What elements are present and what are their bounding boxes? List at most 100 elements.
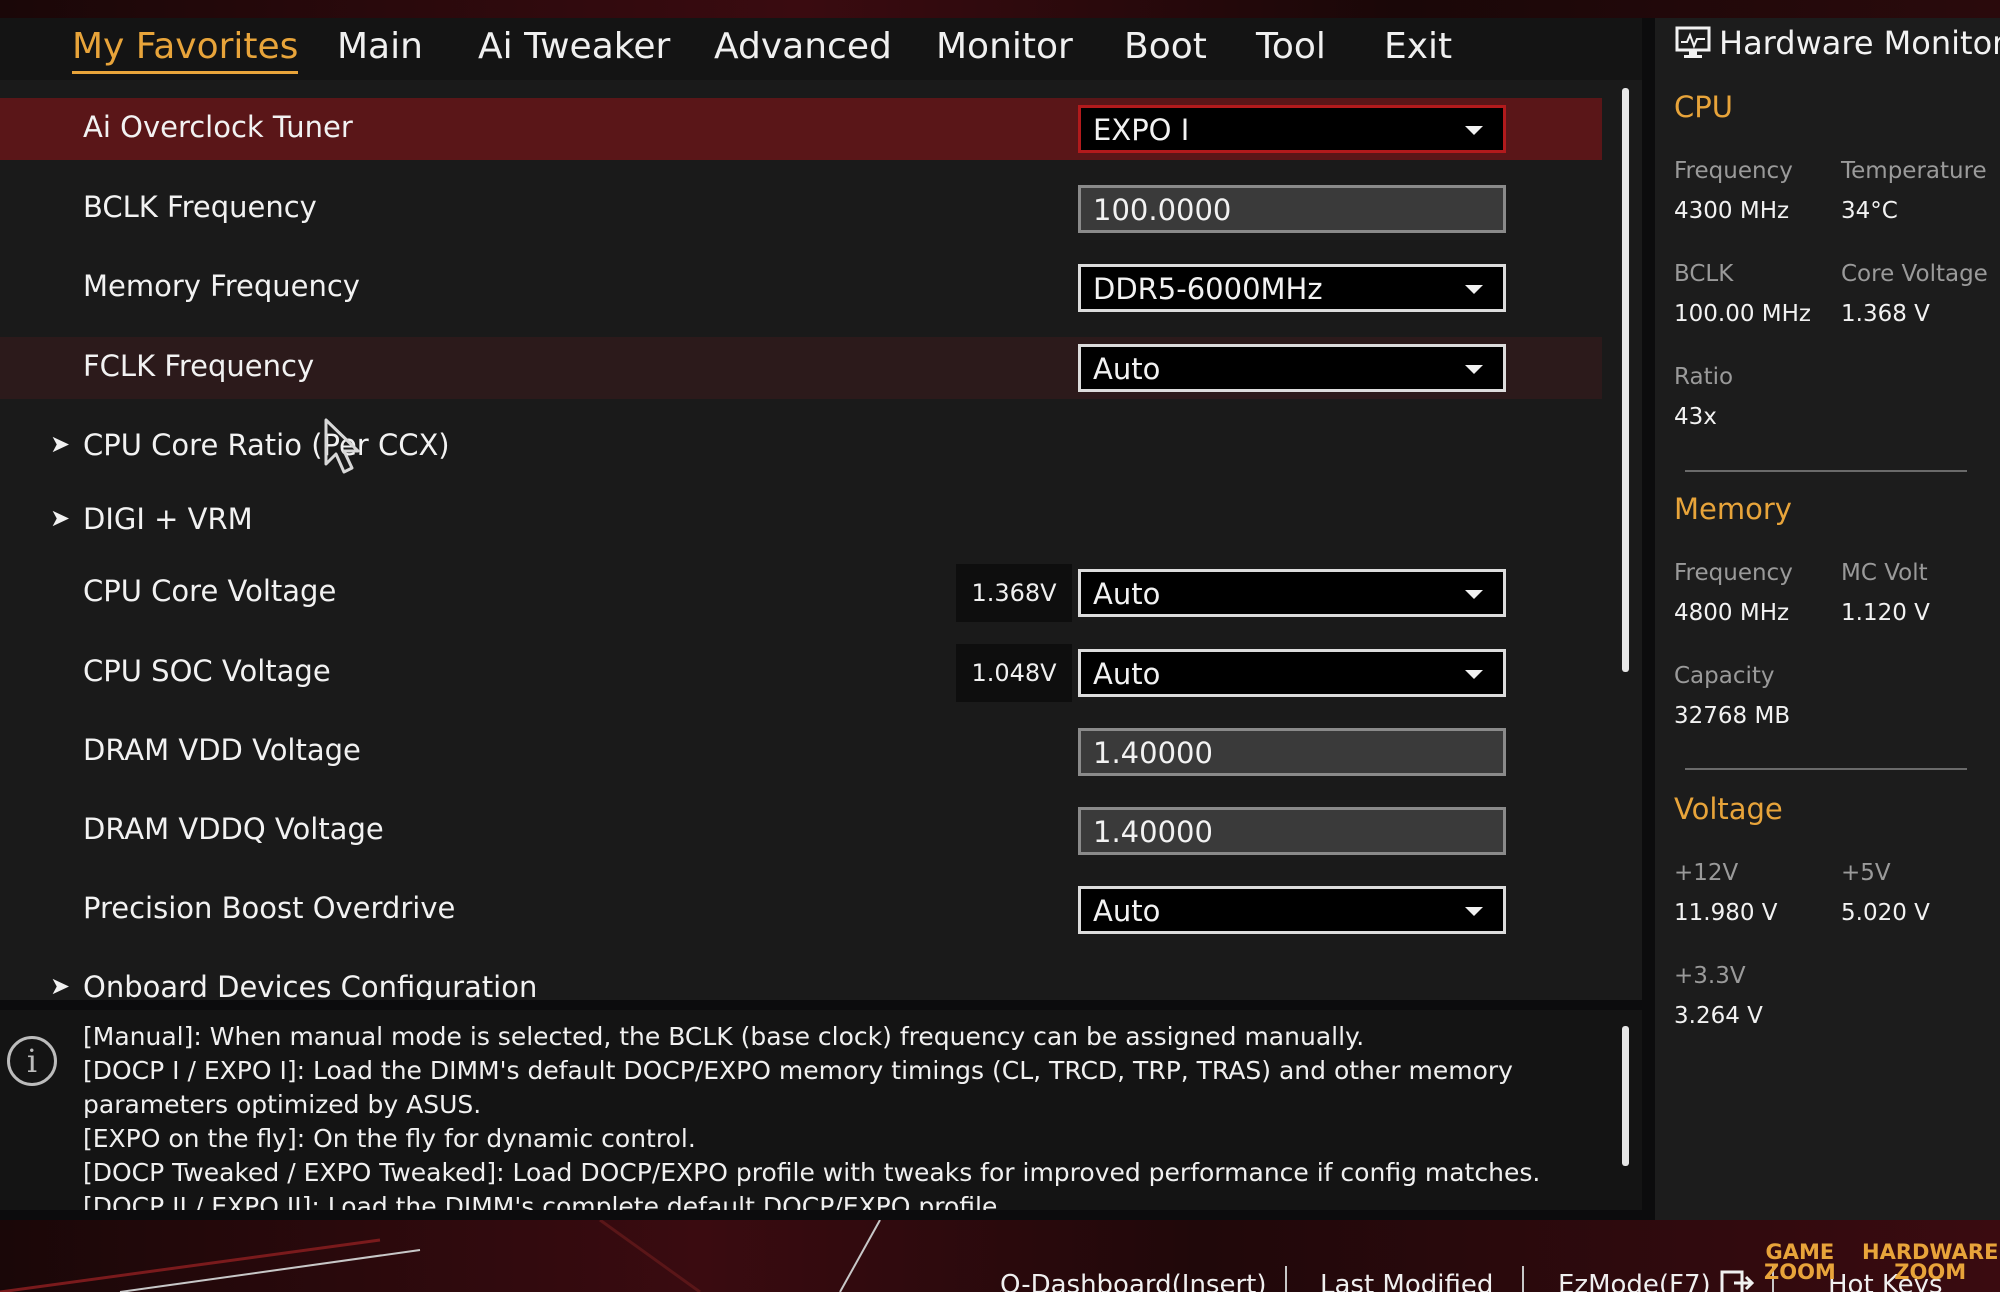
cpu-core-voltage-dropdown[interactable]: Auto [1078, 569, 1506, 617]
hw-divider [1685, 768, 1967, 770]
setting-row-ai-overclock-tuner[interactable]: Ai Overclock Tuner EXPO I [0, 98, 1602, 160]
footer-separator [1522, 1266, 1524, 1292]
setting-row-cpu-core-voltage[interactable]: CPU Core Voltage 1.368V Auto [0, 562, 1602, 624]
dropdown-value: Auto [1093, 352, 1161, 386]
tab-tool[interactable]: Tool [1256, 26, 1326, 67]
hw-value: 32768 MB [1674, 703, 1791, 729]
setting-row-memory-frequency[interactable]: Memory Frequency DDR5-6000MHz [0, 257, 1602, 319]
ez-mode-button[interactable]: EzMode(F7) [1558, 1270, 1711, 1292]
chevron-right-icon: ➤ [50, 972, 71, 1000]
hw-value: 1.368 V [1841, 301, 1930, 327]
submenu-cpu-core-ratio[interactable]: ➤ CPU Core Ratio (Per CCX) [0, 416, 1602, 478]
dram-vddq-voltage-input[interactable]: 1.40000 [1078, 807, 1506, 855]
tab-advanced[interactable]: Advanced [714, 26, 892, 67]
setting-label: DRAM VDDQ Voltage [83, 812, 384, 846]
setting-row-precision-boost-overdrive[interactable]: Precision Boost Overdrive Auto [0, 879, 1602, 941]
hw-label: +3.3V [1674, 963, 1746, 989]
bclk-frequency-input[interactable]: 100.0000 [1078, 185, 1506, 233]
dropdown-value: Auto [1093, 894, 1161, 928]
caret-down-icon [1465, 907, 1483, 916]
monitor-icon [1675, 26, 1711, 58]
hw-section-voltage: Voltage [1674, 792, 1783, 826]
setting-row-cpu-soc-voltage[interactable]: CPU SOC Voltage 1.048V Auto [0, 642, 1602, 704]
submenu-onboard-devices[interactable]: ➤ Onboard Devices Configuration [0, 958, 1602, 1000]
setting-label: Ai Overclock Tuner [83, 110, 353, 144]
tab-ai-tweaker[interactable]: Ai Tweaker [478, 26, 670, 67]
hw-label: Temperature [1841, 158, 1987, 184]
hw-value: 11.980 V [1674, 900, 1778, 926]
dropdown-value: Auto [1093, 577, 1161, 611]
help-line: [DOCP Tweaked / EXPO Tweaked]: Load DOCP… [83, 1158, 1541, 1187]
tab-boot[interactable]: Boot [1124, 26, 1207, 67]
hardware-monitor-panel: Hardware Monitor CPU Frequency Temperatu… [1655, 18, 2000, 1220]
footer-separator [1285, 1266, 1287, 1292]
tab-exit[interactable]: Exit [1384, 26, 1452, 67]
help-line: [Manual]: When manual mode is selected, … [83, 1022, 1365, 1051]
dropdown-value: DDR5-6000MHz [1093, 272, 1323, 306]
tab-monitor[interactable]: Monitor [936, 26, 1073, 67]
hw-label: +12V [1674, 860, 1739, 886]
setting-label: Memory Frequency [83, 269, 360, 303]
q-dashboard-button[interactable]: Q-Dashboard(Insert) [1000, 1270, 1267, 1292]
top-decorative-band [0, 0, 2000, 18]
hw-value: 1.120 V [1841, 600, 1930, 626]
hw-label: MC Volt [1841, 560, 1928, 586]
setting-label: DRAM VDD Voltage [83, 733, 361, 767]
help-panel: i [Manual]: When manual mode is selected… [0, 1010, 1642, 1210]
caret-down-icon [1465, 590, 1483, 599]
mouse-cursor-icon [324, 418, 360, 474]
chevron-right-icon: ➤ [50, 504, 71, 532]
last-modified-button[interactable]: Last Modified [1320, 1270, 1493, 1292]
watermark-text: GAME [1765, 1240, 1835, 1264]
ai-overclock-tuner-dropdown[interactable]: EXPO I [1078, 105, 1506, 153]
setting-row-dram-vddq-voltage[interactable]: DRAM VDDQ Voltage 1.40000 [0, 800, 1602, 862]
hardware-monitor-title: Hardware Monitor [1675, 24, 2000, 62]
help-line: [DOCP II / EXPO II]: Load the DIMM's com… [83, 1192, 1006, 1210]
hw-divider [1685, 470, 1967, 472]
hw-label: Frequency [1674, 560, 1793, 586]
hw-value: 43x [1674, 404, 1717, 430]
settings-scrollbar[interactable] [1622, 88, 1629, 672]
hw-section-cpu: CPU [1674, 90, 1733, 124]
ezmode-switch-icon[interactable] [1720, 1268, 1756, 1292]
hw-value: 4800 MHz [1674, 600, 1790, 626]
hw-label: BCLK [1674, 261, 1734, 287]
hw-value: 5.020 V [1841, 900, 1930, 926]
hw-label: Capacity [1674, 663, 1775, 689]
tab-my-favorites[interactable]: My Favorites [72, 26, 299, 74]
memory-frequency-dropdown[interactable]: DDR5-6000MHz [1078, 264, 1506, 312]
caret-down-icon [1465, 670, 1483, 679]
cpu-soc-voltage-dropdown[interactable]: Auto [1078, 649, 1506, 697]
precision-boost-overdrive-dropdown[interactable]: Auto [1078, 886, 1506, 934]
submenu-digi-vrm[interactable]: ➤ DIGI + VRM [0, 490, 1602, 552]
hw-label: Frequency [1674, 158, 1793, 184]
hw-label: Ratio [1674, 364, 1734, 390]
hw-label: +5V [1841, 860, 1891, 886]
hw-value: 34°C [1841, 198, 1898, 224]
help-line: [EXPO on the fly]: On the fly for dynami… [83, 1124, 696, 1153]
dropdown-value: EXPO I [1093, 113, 1190, 147]
help-text: [Manual]: When manual mode is selected, … [83, 1020, 1563, 1210]
submenu-label: Onboard Devices Configuration [83, 970, 538, 1000]
hw-value: 4300 MHz [1674, 198, 1790, 224]
footer-bar: Q-Dashboard(Insert) Last Modified EzMode… [0, 1220, 2000, 1292]
setting-row-fclk-frequency[interactable]: FCLK Frequency Auto [0, 337, 1602, 399]
voltage-readout: 1.048V [956, 644, 1072, 702]
hw-value: 3.264 V [1674, 1003, 1763, 1029]
setting-row-dram-vdd-voltage[interactable]: DRAM VDD Voltage 1.40000 [0, 721, 1602, 783]
help-line: [DOCP I / EXPO I]: Load the DIMM's defau… [83, 1056, 1513, 1119]
submenu-label: CPU Core Ratio (Per CCX) [83, 428, 450, 462]
settings-panel: Ai Overclock Tuner EXPO I BCLK Frequency… [0, 80, 1642, 1000]
info-icon: i [7, 1036, 57, 1086]
hardware-monitor-title-text: Hardware Monitor [1719, 24, 2000, 62]
dram-vdd-voltage-input[interactable]: 1.40000 [1078, 728, 1506, 776]
hw-section-memory: Memory [1674, 492, 1792, 526]
help-scrollbar[interactable] [1622, 1026, 1629, 1166]
hw-value: 100.00 MHz [1674, 301, 1812, 327]
watermark-text: HARDWARE [1862, 1240, 1999, 1264]
watermark-gamezoom-logo: GAME ZOOM [1764, 1240, 1836, 1283]
setting-row-bclk-frequency[interactable]: BCLK Frequency 100.0000 [0, 178, 1602, 240]
tab-main[interactable]: Main [337, 26, 423, 67]
watermark-hardwarezoom-logo: HARDWARE ZOOM [1862, 1240, 1999, 1283]
fclk-frequency-dropdown[interactable]: Auto [1078, 344, 1506, 392]
